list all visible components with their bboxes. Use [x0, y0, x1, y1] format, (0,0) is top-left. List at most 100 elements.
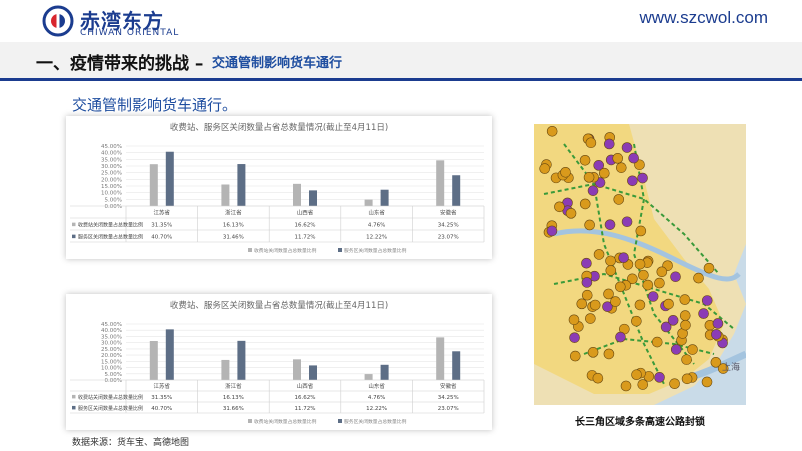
bar-1	[364, 374, 373, 380]
toll-closure-marker-icon	[587, 185, 599, 196]
highway-closure-map: 上海	[534, 124, 748, 405]
service-closure-marker-icon	[635, 225, 647, 237]
service-closure-marker-icon	[631, 369, 642, 381]
chart-title: 收费站、服务区关闭数量占省总数量情况(截止至4月11日)	[170, 122, 388, 133]
service-closure-marker-icon	[565, 208, 577, 219]
toll-closure-marker-icon	[712, 318, 724, 329]
toll-closure-marker-icon	[628, 152, 639, 164]
bar-2	[380, 189, 389, 206]
bar-1	[293, 183, 301, 206]
toll-closure-marker-icon	[711, 329, 722, 340]
section-heading: 交通管制影响货车通行。	[72, 96, 238, 114]
service-closure-marker-icon	[598, 167, 610, 179]
toll-closure-marker-icon	[615, 331, 626, 343]
y-tick-label: 20.00%	[101, 353, 122, 359]
data-label: 34.25%	[438, 395, 459, 401]
y-tick-label: 45.00%	[101, 322, 122, 328]
service-closure-marker-icon	[585, 137, 597, 149]
service-closure-marker-icon	[554, 201, 565, 213]
toll-closure-marker-icon	[604, 219, 616, 230]
y-tick-label: 10.00%	[101, 191, 122, 197]
bar-2	[309, 190, 317, 206]
y-tick-label: 45.00%	[101, 144, 122, 150]
y-tick-label: 35.00%	[101, 157, 122, 163]
legend-label: 收费站关闭数量占总数量比例	[254, 418, 317, 425]
data-label: 23.07%	[438, 406, 459, 412]
service-closure-marker-icon	[560, 166, 571, 178]
service-closure-marker-icon	[610, 296, 621, 307]
service-closure-marker-icon	[654, 277, 665, 289]
service-closure-marker-icon	[603, 348, 615, 360]
x-tick-label: 山东省	[368, 382, 385, 390]
data-label: 40.70%	[151, 235, 172, 241]
service-closure-marker-icon	[693, 272, 704, 284]
bar-2	[380, 364, 389, 380]
y-tick-label: 5.00%	[105, 197, 122, 203]
toll-closure-marker-icon	[569, 332, 580, 343]
title-divider	[0, 78, 802, 81]
legend-swatch	[338, 419, 342, 423]
data-label: 4.76%	[368, 395, 385, 401]
service-closure-marker-icon	[569, 350, 581, 362]
toll-closure-marker-icon	[701, 295, 713, 306]
data-label: 16.13%	[223, 395, 244, 401]
service-closure-marker-icon	[593, 249, 605, 260]
toll-closure-marker-icon	[698, 308, 709, 319]
service-closure-marker-icon	[638, 269, 649, 281]
data-label: 4.76%	[368, 223, 385, 229]
legend-label: 服务区关闭数量占总数量比例	[344, 418, 407, 425]
data-label: 11.72%	[295, 406, 316, 412]
toll-closure-marker-icon	[581, 277, 593, 288]
x-tick-label: 江苏省	[154, 382, 171, 390]
service-closure-marker-icon	[637, 379, 649, 390]
service-closure-marker-icon	[546, 126, 558, 137]
toll-closure-marker-icon	[546, 225, 558, 237]
bar-2	[237, 340, 246, 380]
y-tick-label: 35.00%	[101, 334, 122, 340]
legend-label: 服务区关闭数量占总数量比例	[344, 247, 407, 254]
toll-closure-marker-icon	[603, 138, 615, 150]
y-tick-label: 30.00%	[101, 341, 122, 347]
bar-1	[221, 184, 230, 206]
service-closure-marker-icon	[584, 219, 595, 231]
service-closure-marker-icon	[663, 298, 674, 310]
toll-closure-marker-icon	[581, 257, 592, 269]
service-closure-marker-icon	[579, 198, 591, 210]
bar-2	[165, 329, 174, 380]
x-tick-label: 安徽省	[440, 209, 457, 217]
service-closure-marker-icon	[620, 380, 632, 392]
x-tick-label: 浙江省	[225, 382, 242, 390]
service-closure-marker-icon	[642, 279, 654, 291]
x-tick-label: 浙江省	[225, 209, 242, 217]
service-closure-marker-icon	[579, 154, 591, 166]
y-tick-label: 25.00%	[101, 171, 122, 177]
bar-1	[293, 359, 301, 380]
data-source-note: 数据来源：货车宝、高德地图	[72, 438, 190, 448]
header: 赤湾东方 CHIWAN ORIENTAL www.szcwol.com	[0, 0, 802, 40]
legend-label: 收费站关闭数量占总数量比例	[254, 247, 317, 254]
y-tick-label: 40.00%	[101, 151, 122, 157]
service-closure-marker-icon	[612, 153, 624, 164]
service-closure-marker-icon	[681, 354, 692, 365]
row-legend-swatch	[72, 222, 76, 227]
x-tick-label: 山东省	[368, 209, 385, 217]
bar-1	[436, 337, 445, 380]
y-tick-label: 10.00%	[101, 366, 122, 372]
chart-card-1: 收费站、服务区关闭数量占省总数量情况(截止至4月11日) 0.00% 5.00% 10…	[66, 116, 492, 259]
slide-title: 一、疫情带来的挑战 –	[36, 54, 204, 74]
service-closure-marker-icon	[585, 313, 596, 324]
row-legend-label: 收费站关闭数量占总数量比例	[78, 394, 143, 401]
service-closure-marker-icon	[679, 310, 691, 321]
legend-swatch	[248, 419, 252, 423]
row-legend-label: 服务区关闭数量占总数量比例	[78, 234, 143, 241]
service-closure-marker-icon	[679, 294, 691, 305]
service-closure-marker-icon	[592, 372, 604, 384]
bar-2	[309, 365, 317, 380]
data-label: 16.13%	[223, 223, 244, 229]
legend-swatch	[338, 248, 342, 252]
service-closure-marker-icon	[615, 281, 626, 293]
y-tick-label: 30.00%	[101, 164, 122, 170]
bar-1	[221, 359, 230, 380]
company-name-en: CHIWAN ORIENTAL	[80, 28, 180, 38]
service-closure-marker-icon	[583, 172, 595, 183]
